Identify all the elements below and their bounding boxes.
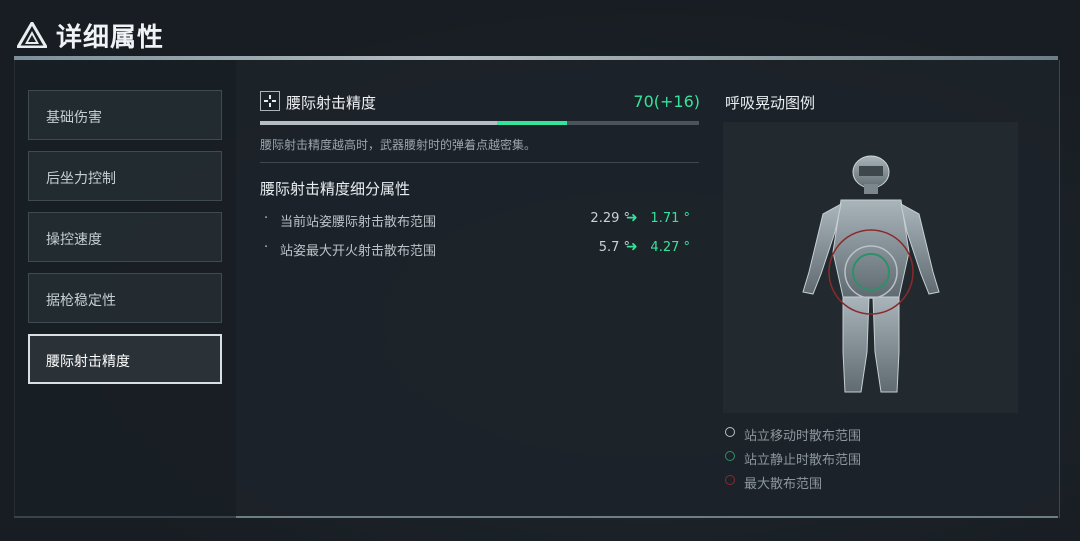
- sidebar-item-handling-speed[interactable]: 操控速度: [28, 212, 222, 262]
- legend-max-dot: [725, 475, 735, 485]
- arrow-right-icon: ➜: [626, 239, 638, 255]
- breath-title: 呼吸晃动图例: [725, 94, 816, 112]
- legend-moving-dot: [725, 427, 735, 437]
- sidebar-item-recoil-control[interactable]: 后坐力控制: [28, 151, 222, 201]
- page-title: 详细属性: [56, 23, 165, 53]
- stat-bar: [260, 121, 699, 125]
- sidebar-item-label: 操控速度: [46, 232, 102, 248]
- sidebar-item-label: 腰际射击精度: [46, 354, 130, 370]
- detail-row: · 站姿最大开火射击散布范围 5.7 ° ➜ 4.27 °: [264, 239, 704, 260]
- detail-old-value: 2.29 °: [590, 211, 630, 226]
- triangle-logo-icon: [17, 22, 47, 48]
- detail-new-value: 4.27 °: [650, 240, 690, 255]
- sidebar-item-aim-stability[interactable]: 据枪稳定性: [28, 273, 222, 323]
- stat-description: 腰际射击精度越高时，武器腰射时的弹着点越密集。: [260, 138, 537, 152]
- legend-label: 最大散布范围: [744, 477, 823, 492]
- sidebar-item-hipfire-accuracy[interactable]: 腰际射击精度: [28, 334, 222, 384]
- soldier-preview: [723, 122, 1018, 413]
- sidebar-item-base-damage[interactable]: 基础伤害: [28, 90, 222, 140]
- header: 详细属性: [0, 0, 1080, 58]
- stat-bar-base: [260, 121, 498, 125]
- stat-bar-bonus: [497, 121, 568, 125]
- soldier-figure: [802, 155, 940, 393]
- crosshair-icon: [260, 91, 280, 111]
- sidebar-item-label: 后坐力控制: [46, 171, 116, 187]
- bullet: ·: [264, 240, 269, 255]
- detail-label: 当前站姿腰际射击散布范围: [280, 215, 437, 230]
- details-title: 腰际射击精度细分属性: [260, 180, 411, 198]
- attribute-screen: 详细属性 基础伤害 后坐力控制 操控速度 据枪稳定性 腰际射击精度 腰际射击精度…: [0, 0, 1080, 541]
- section-divider: [260, 162, 699, 163]
- detail-label: 站姿最大开火射击散布范围: [280, 244, 437, 259]
- legend-label: 站立静止时散布范围: [744, 453, 862, 468]
- sidebar-item-label: 据枪稳定性: [46, 293, 116, 309]
- stat-name: 腰际射击精度: [286, 94, 377, 112]
- sidebar-item-label: 基础伤害: [46, 110, 102, 126]
- bullet: ·: [264, 211, 269, 226]
- sidebar: 基础伤害 后坐力控制 操控速度 据枪稳定性 腰际射击精度: [14, 60, 236, 518]
- detail-new-value: 1.71 °: [650, 211, 690, 226]
- arrow-right-icon: ➜: [626, 210, 638, 226]
- stat-value: 70(+16): [633, 92, 700, 111]
- legend-static-dot: [725, 451, 735, 461]
- detail-row: · 当前站姿腰际射击散布范围 2.29 ° ➜ 1.71 °: [264, 210, 704, 231]
- legend-label: 站立移动时散布范围: [744, 429, 862, 444]
